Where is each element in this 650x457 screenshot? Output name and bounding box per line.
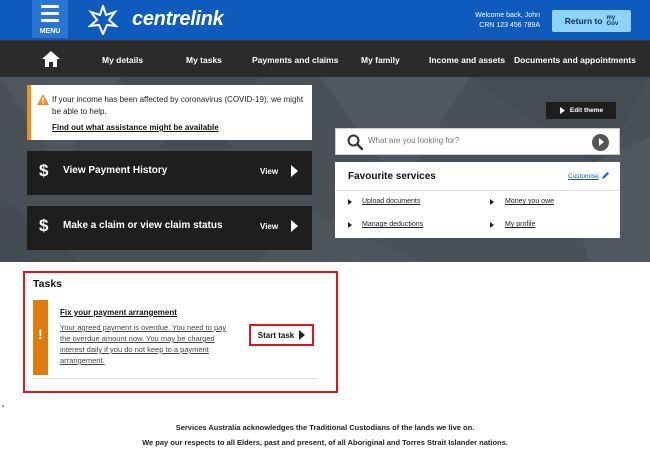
nav-my-tasks[interactable]: My tasks [186,55,222,65]
task-title-link[interactable]: Fix your payment arrangement [60,308,177,317]
dollar-icon: $ [39,216,49,235]
fav-manage-deductions[interactable]: Manage deductions [362,221,423,228]
nav-payments-and-claims[interactable]: Payments and claims [252,55,338,65]
chevron-right-icon [291,165,298,177]
favourite-services-title: Favourite services [348,171,436,182]
acknowledgement-line-2: We pay our respects to all Elders, past … [142,438,508,447]
fav-money-you-owe[interactable]: Money you owe [505,198,554,205]
triangle-bullet-icon [348,222,352,228]
triangle-bullet-icon [348,199,352,205]
centrelink-logo[interactable]: centrelink [132,8,224,31]
search-icon [347,134,363,150]
chevron-right-icon [299,330,306,340]
task-description[interactable]: Your agreed payment is overdue. You need… [60,322,230,366]
main-nav: My details My tasks Payments and claims … [0,40,650,77]
make-claim-card[interactable]: $ Make a claim or view claim status View [27,206,312,250]
triangle-bullet-icon [490,222,494,228]
crn-number: CRN 123 456 789A [479,22,540,29]
start-task-button[interactable]: Start task [249,324,314,346]
decorative-dot [2,405,4,407]
fav-upload-documents[interactable]: Upload documents [362,198,420,205]
search-submit-button[interactable] [592,134,609,151]
welcome-name: Welcome back, John [475,12,540,19]
nav-documents-and-appointments[interactable]: Documents and appointments [514,55,636,65]
alert-message: If your income has been affected by coro… [52,95,304,116]
home-icon[interactable] [42,51,60,67]
top-header: MENU centrelink Welcome back, John CRN 1… [0,0,650,40]
return-to-mygov-button[interactable]: Return to my Gov [552,10,631,32]
hamburger-icon [41,5,59,26]
customise-link[interactable]: Customise [568,173,599,180]
triangle-bullet-icon [490,199,494,205]
menu-label: MENU [39,28,61,35]
return-label: Return to [564,16,603,26]
covid-alert: If your income has been affected by coro… [27,85,312,140]
search-input[interactable] [368,136,588,145]
exclamation-icon: ! [38,326,43,342]
menu-button[interactable]: MENU [32,0,68,38]
chevron-right-icon [559,107,565,114]
warning-icon [37,94,49,105]
tasks-panel: Tasks ! Fix your payment arrangement You… [23,271,338,393]
card-view-label: View [260,222,279,231]
pencil-icon[interactable] [602,171,610,179]
task-alert-bar: ! [33,300,48,375]
divider [335,190,620,191]
divider [33,378,318,379]
nav-income-and-assets[interactable]: Income and assets [429,55,505,65]
edit-theme-button[interactable]: Edit theme [546,102,616,119]
card-title: Make a claim or view claim status [63,220,223,231]
acknowledgement-text: Services Australia acknowledges the Trad… [0,420,650,450]
view-payment-history-card[interactable]: $ View Payment History View [27,151,312,195]
mygov-logo: my Gov [606,15,619,27]
chevron-right-icon [291,220,298,232]
acknowledgement-line-1: Services Australia acknowledges the Trad… [175,423,475,432]
welcome-info: Welcome back, John CRN 123 456 789A [470,11,540,31]
assistance-link[interactable]: Find out what assistance might be availa… [52,123,219,132]
favourite-services-panel: Favourite services Customise Upload docu… [335,162,620,238]
search-bar [335,128,620,155]
tasks-title: Tasks [33,278,62,290]
card-view-label: View [260,167,279,176]
nav-my-details[interactable]: My details [102,55,143,65]
centrelink-star-icon [88,5,118,35]
start-task-label: Start task [257,330,295,340]
edit-theme-label: Edit theme [569,107,604,114]
dollar-icon: $ [39,161,49,180]
nav-my-family[interactable]: My family [361,55,400,65]
card-title: View Payment History [63,165,168,176]
fav-my-profile[interactable]: My profile [505,221,535,228]
